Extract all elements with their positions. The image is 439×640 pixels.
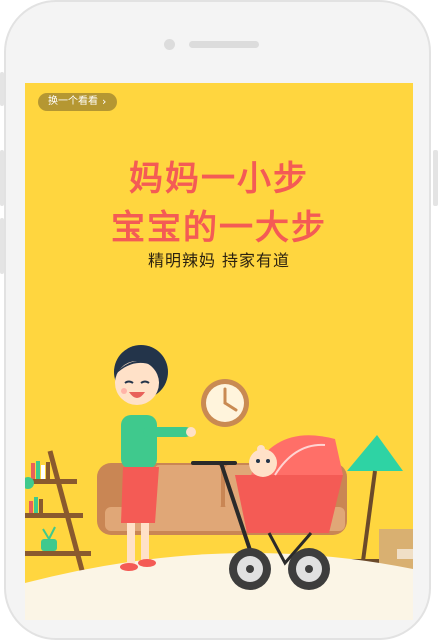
wall-clock-icon	[201, 379, 249, 427]
mute-switch	[0, 72, 4, 106]
volume-down-button	[0, 218, 4, 274]
bookshelf-icon	[25, 450, 91, 590]
mom-and-baby-illustration	[25, 345, 413, 620]
earpiece-speaker	[189, 41, 259, 48]
front-camera	[164, 39, 175, 50]
mom-icon	[114, 345, 196, 571]
app-screen: 换一个看看 › 妈妈一小步 宝宝的一大步 精明辣妈 持家有道	[25, 83, 413, 620]
power-button	[433, 150, 438, 206]
floor	[25, 552, 413, 620]
volume-up-button	[0, 150, 4, 206]
